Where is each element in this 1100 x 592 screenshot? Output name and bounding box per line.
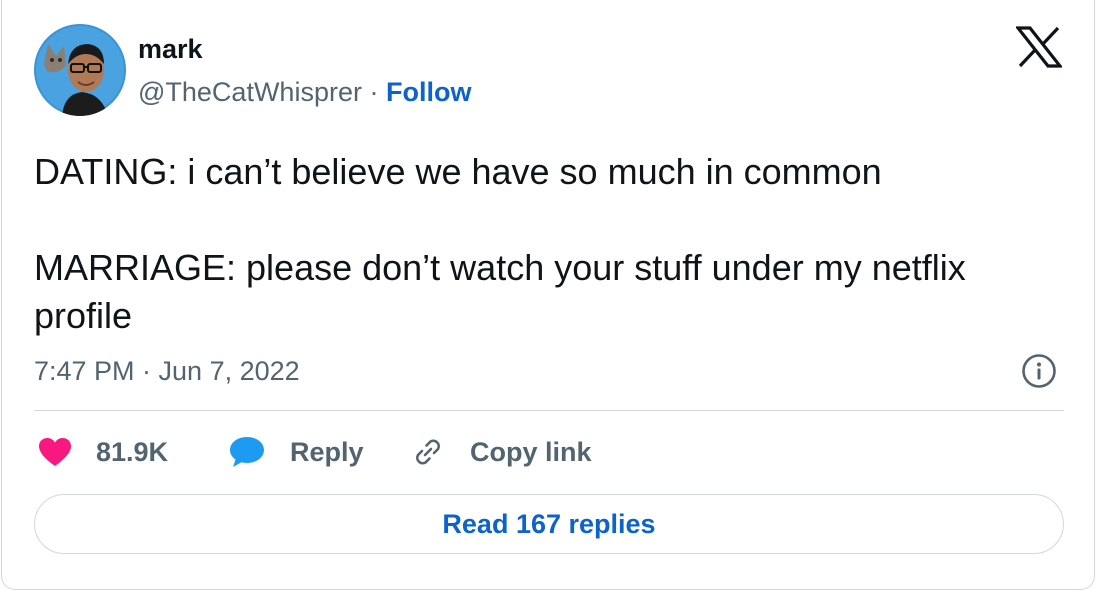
author-handle[interactable]: @TheCatWhisprer [138,77,362,107]
avatar[interactable] [34,24,126,116]
divider [34,410,1064,411]
tweet-card: mark @TheCatWhisprer · Follow DATING: i … [1,0,1095,590]
reply-label: Reply [290,436,364,467]
like-button[interactable]: 81.9K [38,432,168,472]
tweet-paragraph: MARRIAGE: please don’t watch your stuff … [34,247,966,336]
author-name[interactable]: mark [138,33,203,65]
author-handle-row: @TheCatWhisprer · Follow [138,75,471,109]
like-count: 81.9K [96,436,169,467]
separator: · [369,77,379,107]
x-logo-icon[interactable] [1014,26,1064,68]
tweet-timestamp[interactable]: 7:47 PM · Jun 7, 2022 [34,354,300,388]
heart-icon [39,438,71,466]
read-replies-button[interactable]: Read 167 replies [34,494,1064,554]
avatar-image [34,24,126,116]
info-icon[interactable] [1021,353,1057,389]
copy-link-label: Copy link [470,436,592,467]
reply-button[interactable]: Reply [228,432,364,472]
copy-link-button[interactable]: Copy link [410,432,592,472]
speech-bubble-icon [230,437,264,467]
tweet-paragraph: DATING: i can’t believe we have so much … [34,151,882,192]
follow-button[interactable]: Follow [386,77,471,107]
tweet-text: DATING: i can’t believe we have so much … [34,148,1064,340]
link-icon [416,439,440,465]
